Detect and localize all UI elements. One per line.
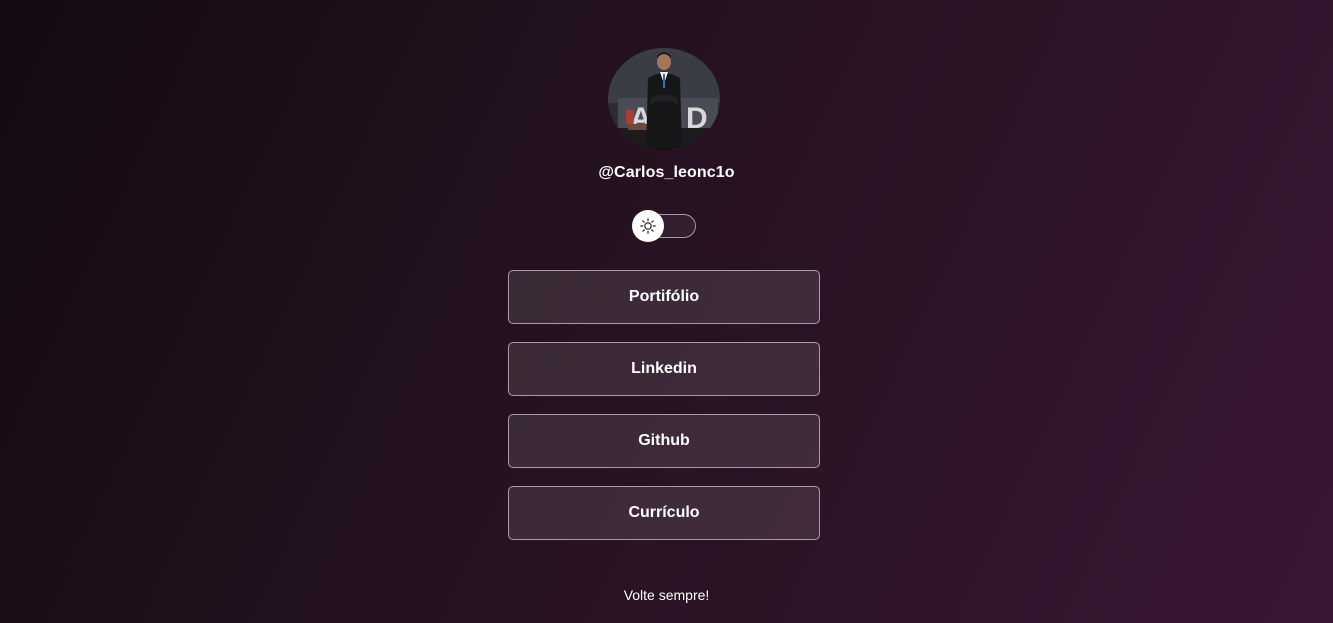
theme-toggle[interactable] [632,210,696,242]
page: A D @Carlos_leonc1o Portifólio Linkedin … [0,0,1333,623]
curriculum-link-button[interactable]: Currículo [508,486,820,540]
portfolio-link-button[interactable]: Portifólio [508,270,820,324]
footer-text: Volte sempre! [623,587,710,603]
avatar: A D [608,48,720,150]
linkedin-link-button[interactable]: Linkedin [508,342,820,396]
username: @Carlos_leonc1o [598,164,735,181]
github-link-button[interactable]: Github [508,414,820,468]
toggle-knob[interactable] [632,210,664,242]
profile-photo: A D [608,48,720,150]
link-list: Portifólio Linkedin Github Currículo [508,270,820,558]
sun-icon [640,218,656,234]
